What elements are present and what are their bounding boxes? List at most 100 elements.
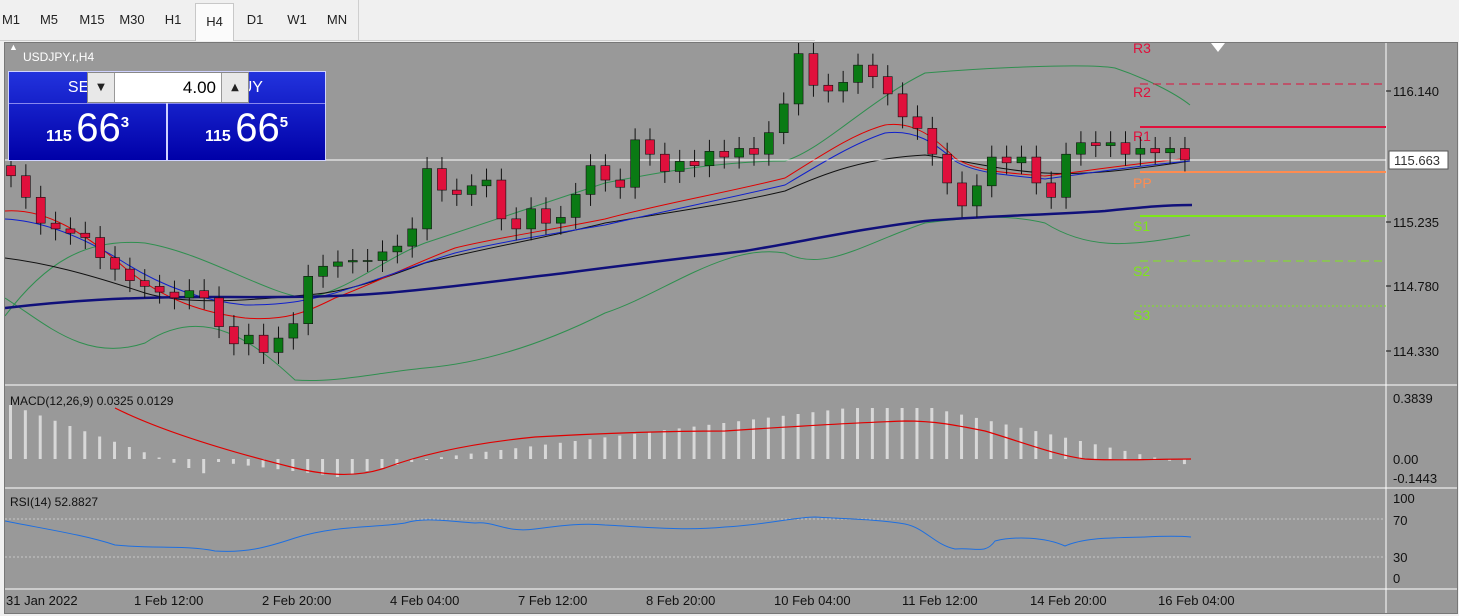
candle-body (1031, 156, 1042, 184)
collapse-arrow-icon[interactable]: ▲ (9, 43, 18, 52)
lot-size-input[interactable]: ▼ 4.00 ▲ (87, 72, 249, 103)
rsi-tick-label: 30 (1393, 550, 1407, 565)
macd-bar (1034, 431, 1038, 459)
tf-h1[interactable]: H1 (156, 2, 190, 38)
tf-m15[interactable]: M15 (74, 2, 110, 38)
candle-body (437, 168, 447, 191)
candle-body (749, 148, 759, 155)
candle-body (1001, 156, 1012, 164)
macd-bar (529, 446, 533, 459)
macd-bar (989, 421, 993, 459)
tf-d1[interactable]: D1 (238, 2, 272, 38)
macd-bar (856, 408, 860, 459)
time-label: 1 Feb 12:00 (134, 593, 203, 608)
sell-price: 115 663 (9, 106, 166, 151)
macd-bar (1078, 441, 1082, 459)
toolbar-separator (358, 0, 359, 40)
candle-body (199, 290, 209, 299)
candle-body (897, 93, 908, 118)
macd-bar (1004, 424, 1008, 459)
lot-size-value[interactable]: 4.00 (118, 73, 216, 102)
macd-bar (900, 408, 904, 459)
macd-bar (1138, 454, 1142, 459)
candle-body (1076, 142, 1086, 155)
candle-body (80, 232, 91, 238)
candle-body (347, 260, 358, 263)
candle-body (541, 208, 551, 224)
candle-body (986, 156, 997, 187)
price-tick-label: 114.780 (1393, 279, 1439, 294)
time-label: 2 Feb 20:00 (262, 593, 331, 608)
macd-bar (781, 415, 785, 459)
macd-bar (1153, 457, 1157, 459)
macd-bar (1049, 434, 1053, 459)
tf-m30[interactable]: M30 (113, 2, 151, 38)
macd-bar (618, 435, 622, 459)
macd-bar (841, 408, 845, 459)
chart-symbol-title: USDJPY.r,H4 (23, 50, 94, 64)
candle-body (660, 153, 670, 172)
tf-h4[interactable]: H4 (195, 3, 234, 41)
candle-body (808, 53, 819, 86)
candle-body (377, 251, 388, 261)
candle-body (243, 334, 254, 345)
macd-bar (113, 441, 117, 459)
tf-mn[interactable]: MN (320, 2, 354, 38)
lot-increase-icon[interactable]: ▲ (221, 73, 248, 102)
candle-body (1180, 148, 1190, 161)
macd-bar (588, 439, 592, 459)
price-tick-label: 114.330 (1393, 344, 1439, 359)
candle-body (273, 337, 284, 353)
candle-body (927, 128, 938, 155)
candle-body (214, 297, 224, 327)
candle-body (957, 182, 967, 207)
candle-body (139, 280, 150, 287)
macd-bar (217, 459, 221, 462)
macd-bar (469, 453, 473, 459)
candle-body (1105, 142, 1116, 146)
current-price-label: 115.663 (1394, 153, 1440, 168)
candle-body (318, 265, 328, 277)
candle-body (333, 261, 343, 267)
macd-bar (350, 459, 354, 474)
pivot-pp-label: PP (1133, 175, 1152, 191)
price-tick-label: 115.235 (1393, 215, 1439, 230)
tf-m1[interactable]: M1 (0, 2, 22, 38)
candle-body (169, 291, 180, 299)
macd-bar (83, 431, 87, 459)
macd-label: MACD(12,26,9) 0.0325 0.0129 (10, 394, 174, 408)
macd-bar (187, 459, 191, 468)
macd-tick-label: 0.00 (1393, 452, 1418, 467)
candle-body (511, 218, 522, 230)
rsi-tick-label: 70 (1393, 513, 1407, 528)
lot-decrease-icon[interactable]: ▼ (88, 73, 115, 102)
macd-bar (454, 455, 458, 459)
buy-price-prefix: 115 (204, 128, 231, 145)
candle-body (184, 290, 195, 299)
time-label: 31 Jan 2022 (6, 593, 78, 608)
macd-bar (23, 410, 27, 459)
macd-bar (885, 408, 889, 459)
candle-body (823, 84, 834, 92)
macd-bar (826, 410, 830, 459)
candle-body (392, 245, 403, 253)
time-label: 14 Feb 20:00 (1030, 593, 1107, 608)
macd-bar (1019, 427, 1023, 459)
macd-bar (425, 459, 429, 460)
time-label: 7 Feb 12:00 (518, 593, 587, 608)
pivot-s3-label: S3 (1133, 307, 1150, 323)
sell-price-main: 66 (76, 106, 121, 150)
candle-body (1090, 142, 1101, 146)
time-label: 4 Feb 04:00 (390, 593, 459, 608)
candle-body (556, 217, 566, 224)
macd-bar (291, 459, 295, 471)
pivot-r2-label: R2 (1133, 84, 1151, 100)
candle-body (1150, 148, 1161, 154)
candle-body (362, 260, 373, 262)
candle-body (972, 185, 982, 207)
macd-bar (68, 426, 72, 459)
candle-body (21, 175, 31, 198)
macd-bar (662, 430, 666, 459)
tf-m5[interactable]: M5 (34, 2, 64, 38)
tf-w1[interactable]: W1 (278, 2, 316, 38)
